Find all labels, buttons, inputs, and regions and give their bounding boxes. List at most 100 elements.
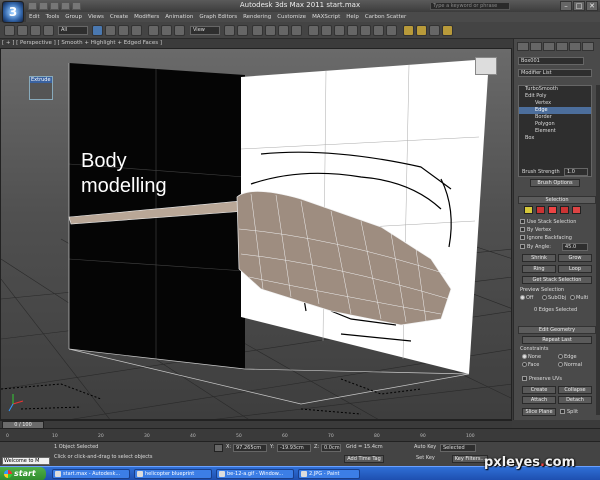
undo-icon[interactable] <box>61 2 70 10</box>
schematic-view-icon[interactable] <box>386 25 397 36</box>
window-crossing-icon[interactable] <box>131 25 142 36</box>
constraint-edge-radio[interactable]: Edge <box>558 354 577 360</box>
close-button[interactable]: ✕ <box>586 1 598 11</box>
manipulate-icon[interactable] <box>237 25 248 36</box>
selection-region-icon[interactable] <box>118 25 129 36</box>
by-vertex-checkbox[interactable]: By Vertex <box>520 227 551 233</box>
display-tab-icon[interactable] <box>569 42 581 51</box>
stack-item-element[interactable]: Element <box>519 128 591 135</box>
align-icon[interactable] <box>334 25 345 36</box>
maxscript-listener-input[interactable]: Welcome to M <box>2 457 50 465</box>
create-tab-icon[interactable] <box>517 42 529 51</box>
minimize-button[interactable]: – <box>560 1 572 11</box>
brush-strength-spinner[interactable]: 1.0 <box>564 168 588 176</box>
menu-tools[interactable]: Tools <box>43 12 63 22</box>
viewcube-icon[interactable] <box>475 57 497 75</box>
rendered-frame-icon[interactable] <box>429 25 440 36</box>
lock-selection-icon[interactable] <box>214 444 223 452</box>
split-checkbox[interactable]: Split <box>560 409 578 415</box>
stack-item-polygon[interactable]: Polygon <box>519 121 591 128</box>
menu-views[interactable]: Views <box>85 12 107 22</box>
slice-plane-button[interactable]: Slice Plane <box>522 408 556 416</box>
use-stack-selection-checkbox[interactable]: Use Stack Selection <box>520 219 576 225</box>
menu-customize[interactable]: Customize <box>274 12 309 22</box>
ring-button[interactable]: Ring <box>522 265 556 273</box>
x-coord-field[interactable]: 97.265cm <box>233 444 267 452</box>
attach-button[interactable]: Attach <box>522 396 556 404</box>
menu-create[interactable]: Create <box>107 12 131 22</box>
percent-snap-icon[interactable] <box>278 25 289 36</box>
shrink-button[interactable]: Shrink <box>522 254 556 262</box>
new-file-icon[interactable] <box>28 2 37 10</box>
modify-tab-icon[interactable] <box>530 42 542 51</box>
menu-animation[interactable]: Animation <box>162 12 196 22</box>
time-slider[interactable]: 0 / 100 <box>0 420 512 429</box>
mirror-icon[interactable] <box>321 25 332 36</box>
constraint-none-radio[interactable]: None <box>522 354 541 360</box>
angle-snap-icon[interactable] <box>265 25 276 36</box>
render-setup-icon[interactable] <box>416 25 427 36</box>
auto-key-label[interactable]: Auto Key <box>414 444 436 451</box>
key-mode-dropdown[interactable]: Selected <box>440 444 476 452</box>
preview-off-radio[interactable]: Off <box>520 295 533 301</box>
grow-button[interactable]: Grow <box>558 254 592 262</box>
utilities-tab-icon[interactable] <box>582 42 594 51</box>
unlink-icon[interactable] <box>43 25 54 36</box>
stack-item-border[interactable]: Border <box>519 114 591 121</box>
loop-button[interactable]: Loop <box>558 265 592 273</box>
preview-subobj-radio[interactable]: SubObj <box>542 295 566 301</box>
brush-options-button[interactable]: Brush Options <box>530 179 580 187</box>
border-mode-icon[interactable] <box>548 206 557 214</box>
stack-item-vertex[interactable]: Vertex <box>519 100 591 107</box>
spinner-snap-icon[interactable] <box>291 25 302 36</box>
reference-coord-dropdown[interactable]: View <box>190 26 220 35</box>
get-stack-selection-button[interactable]: Get Stack Selection <box>522 276 592 284</box>
named-selection-icon[interactable] <box>308 25 319 36</box>
graphite-ribbon-icon[interactable] <box>360 25 371 36</box>
z-coord-field[interactable]: 0.0cm <box>321 444 341 452</box>
motion-tab-icon[interactable] <box>556 42 568 51</box>
menu-modifiers[interactable]: Modifiers <box>131 12 162 22</box>
stack-item-edge[interactable]: Edge <box>519 107 591 114</box>
save-file-icon[interactable] <box>50 2 59 10</box>
viewport-label[interactable]: [ + ] [ Perspective ] [ Smooth + Highlig… <box>2 40 162 46</box>
constraint-normal-radio[interactable]: Normal <box>558 362 582 368</box>
taskbar-item-blueprint[interactable]: helicopter blueprint <box>134 469 212 479</box>
maximize-button[interactable]: □ <box>573 1 585 11</box>
perspective-viewport[interactable]: Body modelling Extrude <box>0 48 512 420</box>
y-coord-field[interactable]: -19.93cm <box>277 444 311 452</box>
modifier-stack[interactable]: TurboSmooth Edit Poly Vertex Edge Border Poly… <box>518 85 592 177</box>
stack-item-box[interactable]: Box <box>519 135 591 142</box>
redo-icon[interactable] <box>72 2 81 10</box>
taskbar-item-image-viewer[interactable]: be-12-a.gif - Window... <box>216 469 294 479</box>
pivot-center-icon[interactable] <box>224 25 235 36</box>
command-panel-scrollbar[interactable] <box>596 85 600 415</box>
rotate-icon[interactable] <box>161 25 172 36</box>
modifier-list-dropdown[interactable]: Modifier List <box>518 69 592 77</box>
select-object-icon[interactable] <box>92 25 103 36</box>
menu-carbon-scatter[interactable]: Carbon Scatter <box>362 12 409 22</box>
menu-graph-editors[interactable]: Graph Editors <box>196 12 240 22</box>
add-time-tag-button[interactable]: Add Time Tag <box>344 455 384 463</box>
stack-item-turbosmooth[interactable]: TurboSmooth <box>519 86 591 93</box>
set-key-label[interactable]: Set Key <box>416 455 435 462</box>
menu-rendering[interactable]: Rendering <box>240 12 274 22</box>
material-editor-icon[interactable] <box>403 25 414 36</box>
menu-edit[interactable]: Edit <box>26 12 43 22</box>
scale-icon[interactable] <box>174 25 185 36</box>
create-button[interactable]: Create <box>522 386 556 394</box>
detach-button[interactable]: Detach <box>558 396 592 404</box>
timeline-ruler[interactable]: 0 10 20 30 40 50 60 70 80 90 100 <box>0 428 600 441</box>
selection-filter-dropdown[interactable]: All <box>58 26 88 35</box>
select-by-name-icon[interactable] <box>105 25 116 36</box>
taskbar-item-paint[interactable]: 2.JPG - Paint <box>298 469 360 479</box>
layer-manager-icon[interactable] <box>347 25 358 36</box>
app-logo-icon[interactable]: 3 <box>2 1 24 23</box>
snap-toggle-icon[interactable] <box>252 25 263 36</box>
ignore-backfacing-checkbox[interactable]: Ignore Backfacing <box>520 235 572 241</box>
selection-rollout-header[interactable]: Selection <box>518 196 596 204</box>
object-name-field[interactable]: Box001 <box>518 57 584 65</box>
hierarchy-tab-icon[interactable] <box>543 42 555 51</box>
search-input[interactable]: Type a keyword or phrase <box>430 2 510 10</box>
key-filters-button[interactable]: Key Filters... <box>452 455 488 463</box>
